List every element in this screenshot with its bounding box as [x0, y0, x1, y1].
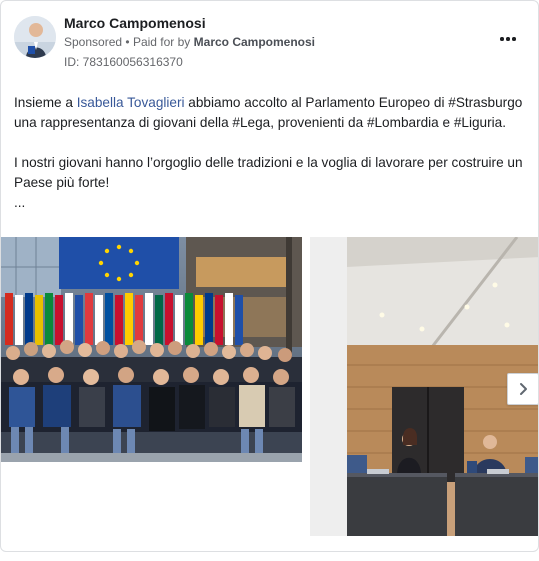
sponsored-label: Sponsored — [64, 35, 123, 49]
paid-for-prefix: Paid for by — [132, 35, 191, 49]
post-paragraph-2: I nostri giovani hanno l’orgoglio delle … — [14, 155, 523, 190]
post-text: Insieme a Isabella Tovaglieri abbiamo ac… — [14, 93, 524, 213]
chevron-right-icon[interactable] — [507, 373, 538, 405]
separator-dot: • — [125, 35, 133, 49]
more-options-icon[interactable] — [495, 29, 521, 49]
avatar[interactable] — [14, 16, 56, 58]
ad-id: ID: 783160056316370 — [64, 55, 183, 69]
author-name[interactable]: Marco Campomenosi — [64, 15, 206, 31]
ad-post-card: Marco Campomenosi Sponsored • Paid for b… — [0, 0, 539, 552]
paid-for-name: Marco Campomenosi — [193, 35, 316, 49]
image-carousel — [1, 237, 538, 536]
sponsored-line: Sponsored • Paid for by Marco Campomenos… — [64, 35, 315, 49]
group-photo-image[interactable] — [1, 237, 302, 462]
mention-link[interactable]: Isabella Tovaglieri — [77, 95, 185, 110]
see-more-ellipsis[interactable]: ... — [14, 193, 524, 213]
post-paragraph-1: Insieme a Isabella Tovaglieri abbiamo ac… — [14, 95, 523, 130]
